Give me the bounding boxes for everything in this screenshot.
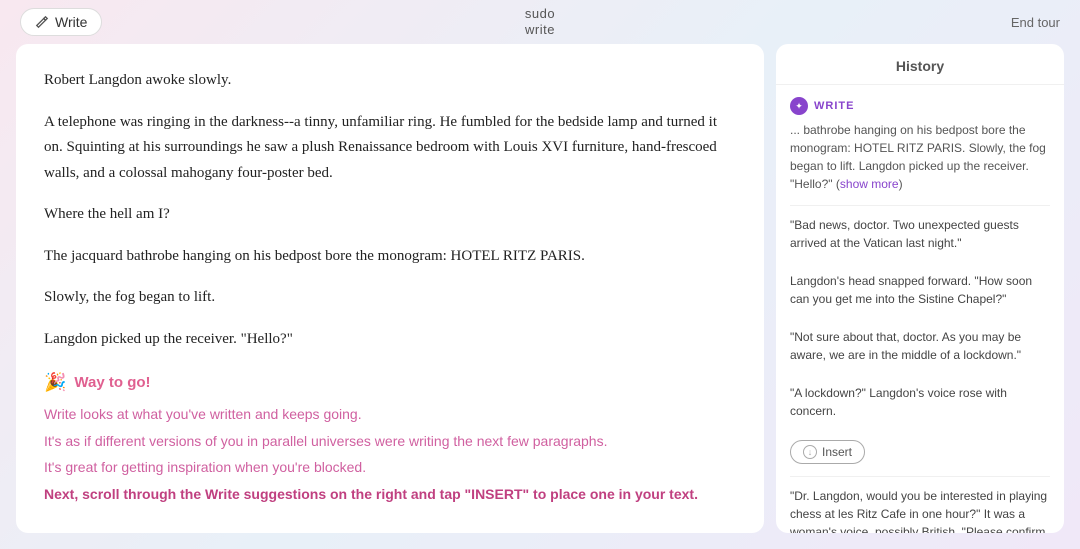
story-para-3: Where the hell am I? xyxy=(44,202,736,228)
story-para-4: The jacquard bathrobe hanging on his bed… xyxy=(44,244,736,270)
dialogue-item-3: "Not sure about that, doctor. As you may… xyxy=(790,328,1050,374)
top-nav: Write sudo write End tour xyxy=(0,0,1080,44)
write-button-label: Write xyxy=(55,14,87,30)
suggestion-line-4: Next, scroll through the Write suggestio… xyxy=(44,483,736,505)
history-pane: History ✦ WRITE ... bathrobe hanging on … xyxy=(776,44,1064,533)
story-text: Robert Langdon awoke slowly. A telephone… xyxy=(44,68,736,368)
logo-line1: sudo xyxy=(525,6,555,22)
history-content[interactable]: ✦ WRITE ... bathrobe hanging on his bedp… xyxy=(776,85,1064,533)
story-para-1: Robert Langdon awoke slowly. xyxy=(44,68,736,94)
main-area: Robert Langdon awoke slowly. A telephone… xyxy=(0,44,1080,549)
suggestion-line-3: It's great for getting inspiration when … xyxy=(44,456,736,478)
suggestion-header: 🎉 Way to go! xyxy=(44,372,736,393)
write-badge: ✦ WRITE xyxy=(790,97,1050,115)
pen-icon xyxy=(35,15,49,29)
story-para-5: Slowly, the fog began to lift. xyxy=(44,285,736,311)
insert-label-1: Insert xyxy=(822,445,852,459)
write-badge-label: WRITE xyxy=(814,100,854,112)
editor-pane: Robert Langdon awoke slowly. A telephone… xyxy=(16,44,764,533)
logo-line2: write xyxy=(525,22,555,38)
write-button[interactable]: Write xyxy=(20,8,102,36)
party-icon: 🎉 xyxy=(44,372,66,393)
story-para-6: Langdon picked up the receiver. "Hello?" xyxy=(44,327,736,353)
dialogue-item-1: "Bad news, doctor. Two unexpected guests… xyxy=(790,216,1050,262)
dialogue-item-4: "A lockdown?" Langdon's voice rose with … xyxy=(790,384,1050,430)
end-tour-button[interactable]: End tour xyxy=(1011,15,1060,30)
suggestion-line-1: Write looks at what you've written and k… xyxy=(44,403,736,425)
insert-button-1[interactable]: ↓ Insert xyxy=(790,440,865,464)
story-para-2: A telephone was ringing in the darkness-… xyxy=(44,110,736,187)
excerpt-text: ... bathrobe hanging on his bedpost bore… xyxy=(790,123,1046,191)
separator-1 xyxy=(790,205,1050,206)
way-to-go-label: Way to go! xyxy=(74,374,150,391)
dialogue-item-2: Langdon's head snapped forward. "How soo… xyxy=(790,272,1050,318)
app-logo: sudo write xyxy=(525,6,555,37)
suggestion-line-2: It's as if different versions of you in … xyxy=(44,430,736,452)
dialogue-item-5: "Dr. Langdon, would you be interested in… xyxy=(790,487,1050,533)
show-more-link[interactable]: show more xyxy=(840,177,899,191)
history-excerpt: ... bathrobe hanging on his bedpost bore… xyxy=(790,121,1050,193)
insert-icon-1: ↓ xyxy=(803,445,817,459)
separator-2 xyxy=(790,476,1050,477)
write-badge-icon: ✦ xyxy=(790,97,808,115)
history-title: History xyxy=(776,44,1064,85)
